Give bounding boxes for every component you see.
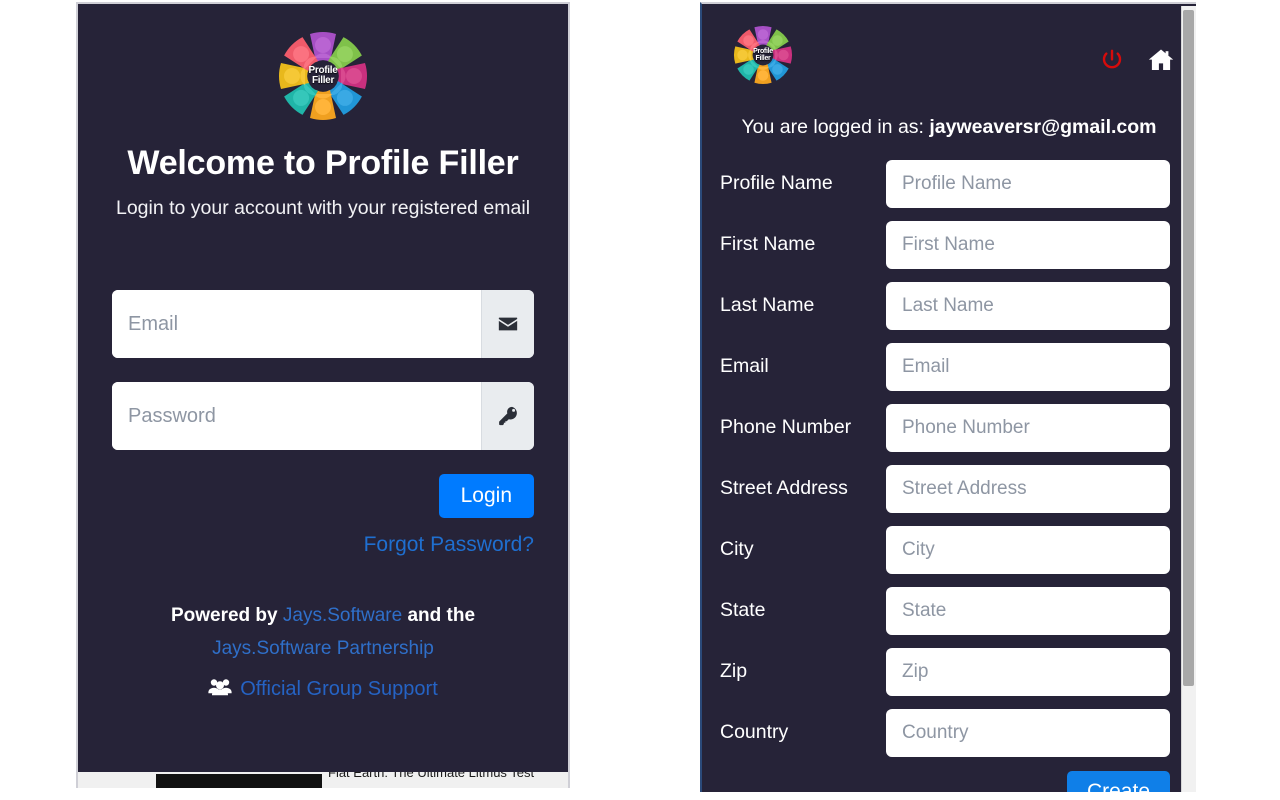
- password-input[interactable]: [112, 382, 481, 450]
- jays-software-link-1[interactable]: Jays.Software: [283, 605, 402, 626]
- password-input-group[interactable]: [112, 382, 534, 450]
- create-button[interactable]: Create: [1066, 771, 1170, 792]
- field-label: Profile Name: [720, 172, 833, 194]
- last-name-input[interactable]: [886, 281, 1170, 330]
- field-label: Phone Number: [720, 416, 852, 438]
- scrollbar-thumb[interactable]: [1183, 10, 1194, 686]
- first-name-input[interactable]: [886, 220, 1170, 269]
- street-address-input[interactable]: [886, 464, 1170, 513]
- page-title: Welcome to Profile Filler: [127, 144, 519, 182]
- field-row-last-name: Last Name: [720, 275, 1170, 336]
- login-logo-container: Profile Filler: [78, 4, 568, 126]
- field-label: Country: [720, 721, 789, 743]
- phone-number-input[interactable]: [886, 403, 1170, 452]
- header-actions: [1100, 48, 1174, 72]
- email-input[interactable]: [112, 290, 481, 358]
- logo-petals-icon: [733, 25, 793, 85]
- jays-software-link-2[interactable]: Jays.Software Partnership: [212, 638, 434, 659]
- profile-name-input[interactable]: [886, 159, 1170, 208]
- users-group-icon: [208, 677, 232, 701]
- footer-credit: Powered by Jays.Software and the Jays.So…: [78, 599, 568, 665]
- email-input[interactable]: [886, 342, 1170, 391]
- bottom-cut-strip: Flat Earth: The Ultimate Litmus Test: [78, 772, 568, 788]
- email-input-group[interactable]: [112, 290, 534, 358]
- profile-filler-logo: Profile Filler: [273, 26, 373, 126]
- profile-field-list: Profile Name First Name Last Name Email …: [702, 153, 1196, 763]
- forgot-password-row: Forgot Password?: [78, 533, 568, 557]
- field-row-zip: Zip: [720, 641, 1170, 702]
- envelope-icon: [481, 290, 534, 358]
- screenshot-stage: Profile Filler Welcome to Profile Filler…: [0, 0, 1280, 800]
- login-button[interactable]: Login: [438, 474, 534, 518]
- support-row: Official Group Support: [78, 677, 568, 701]
- official-group-support-link[interactable]: Official Group Support: [240, 678, 438, 701]
- field-row-street-address: Street Address: [720, 458, 1170, 519]
- logo-petals-icon: [279, 32, 367, 120]
- home-icon[interactable]: [1148, 48, 1174, 72]
- profile-panel: Profile Filler You are logged in as: jay…: [700, 2, 1196, 792]
- state-input[interactable]: [886, 586, 1170, 635]
- create-button-row: Create: [702, 771, 1196, 792]
- logged-in-email: jayweaversr@gmail.com: [929, 116, 1157, 138]
- field-label: Last Name: [720, 294, 815, 316]
- login-button-row: Login: [78, 474, 568, 518]
- field-label: State: [720, 599, 766, 621]
- login-panel: Profile Filler Welcome to Profile Filler…: [76, 2, 570, 788]
- city-input[interactable]: [886, 525, 1170, 574]
- field-row-email: Email: [720, 336, 1170, 397]
- profile-filler-logo-header: Profile Filler: [730, 22, 796, 88]
- field-label: City: [720, 538, 754, 560]
- field-row-profile-name: Profile Name: [720, 153, 1170, 214]
- field-label: Zip: [720, 660, 748, 682]
- profile-header: Profile Filler: [702, 4, 1196, 110]
- cut-strip-text: Flat Earth: The Ultimate Litmus Test: [328, 772, 535, 780]
- footer-middle: and the: [402, 605, 476, 626]
- field-row-country: Country: [720, 702, 1170, 763]
- logged-in-status: You are logged in as: jayweaversr@gmail.…: [702, 116, 1196, 139]
- key-icon: [481, 382, 534, 450]
- country-input[interactable]: [886, 708, 1170, 757]
- field-label: Email: [720, 355, 769, 377]
- cut-strip-block: [156, 774, 322, 788]
- field-label: First Name: [720, 233, 816, 255]
- vertical-scrollbar[interactable]: [1181, 6, 1196, 792]
- forgot-password-link[interactable]: Forgot Password?: [364, 533, 534, 557]
- field-row-first-name: First Name: [720, 214, 1170, 275]
- login-form: [78, 290, 568, 450]
- field-row-phone-number: Phone Number: [720, 397, 1170, 458]
- logout-icon[interactable]: [1100, 48, 1124, 72]
- field-row-state: State: [720, 580, 1170, 641]
- field-row-city: City: [720, 519, 1170, 580]
- page-subtitle: Login to your account with your register…: [115, 197, 531, 219]
- footer-prefix: Powered by: [170, 605, 283, 626]
- field-label: Street Address: [720, 477, 848, 499]
- zip-input[interactable]: [886, 647, 1170, 696]
- logged-in-prefix: You are logged in as:: [741, 116, 930, 138]
